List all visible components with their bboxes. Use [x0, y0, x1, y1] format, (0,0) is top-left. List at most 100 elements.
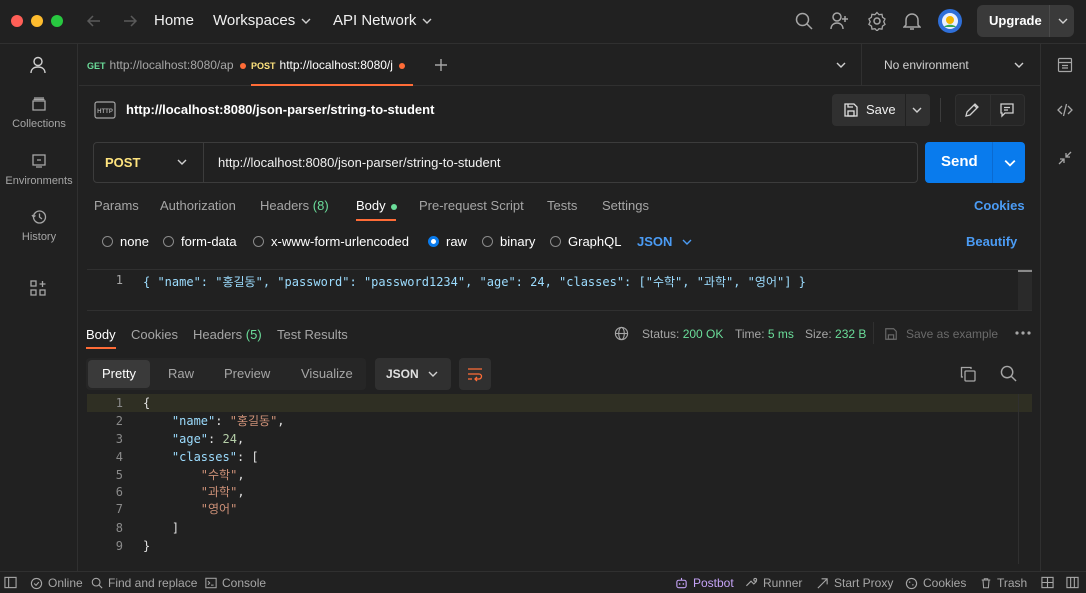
help-icon[interactable] — [1066, 576, 1084, 589]
method-selector[interactable]: POST — [94, 143, 204, 182]
tab-pre-request-script[interactable]: Pre-request Script — [419, 198, 524, 213]
postbot-button[interactable]: Postbot — [675, 576, 734, 590]
body-format-dropdown[interactable]: JSON — [637, 234, 692, 249]
json-string: "영어" — [200, 502, 238, 516]
runner-button[interactable]: Runner — [745, 576, 802, 590]
search-icon[interactable] — [795, 12, 813, 30]
sidebar-item-environments[interactable]: Environments — [0, 153, 78, 187]
save-as-example-button[interactable]: Save as example — [884, 327, 998, 341]
method-label: POST — [105, 155, 141, 170]
beautify-link[interactable]: Beautify — [966, 234, 1017, 249]
code-text: ] — [143, 519, 179, 537]
radio-raw[interactable]: raw — [428, 234, 467, 249]
settings-gear-icon[interactable] — [867, 11, 887, 31]
avatar[interactable] — [938, 9, 962, 33]
editor-scrollbar[interactable] — [1018, 270, 1032, 310]
request-body-text[interactable]: { "name": "홍길동", "password": "password12… — [143, 273, 806, 290]
sidebar-item-history[interactable]: History — [0, 209, 78, 243]
apps-grid-icon[interactable] — [30, 280, 46, 296]
tab-params[interactable]: Params — [94, 198, 139, 213]
notifications-bell-icon[interactable] — [903, 11, 921, 31]
sidebar-item-collections[interactable]: Collections — [0, 96, 78, 130]
new-tab-plus-icon[interactable] — [434, 58, 448, 72]
home-link[interactable]: Home — [154, 0, 194, 42]
view-pretty[interactable]: Pretty — [88, 360, 150, 388]
tab-settings[interactable]: Settings — [602, 198, 649, 213]
request-tab-post-active[interactable]: POST http://localhost:8080/j — [251, 44, 411, 86]
response-tab-cookies[interactable]: Cookies — [131, 327, 178, 342]
environment-quick-look-icon[interactable] — [1057, 57, 1073, 73]
console-button[interactable]: Console — [205, 576, 266, 590]
radio-graphql[interactable]: GraphQL — [550, 234, 621, 249]
response-tab-headers[interactable]: Headers (5) — [193, 327, 262, 342]
radio-binary[interactable]: binary — [482, 234, 535, 249]
edit-pencil-icon[interactable] — [964, 102, 980, 118]
response-size[interactable]: Size: 232 B — [805, 327, 866, 341]
response-format-dropdown[interactable]: JSON — [375, 358, 451, 390]
tab-body[interactable]: Body — [356, 198, 397, 213]
view-visualize[interactable]: Visualize — [301, 360, 353, 388]
radio-label: GraphQL — [568, 234, 622, 249]
forward-arrow-icon[interactable] — [122, 13, 138, 29]
maximize-window-button[interactable] — [51, 15, 63, 27]
back-arrow-icon[interactable] — [86, 13, 102, 29]
start-proxy-button[interactable]: Start Proxy — [816, 576, 893, 590]
editor-scrollbar[interactable] — [1018, 394, 1019, 564]
upgrade-button[interactable]: Upgrade — [977, 5, 1074, 37]
globe-icon[interactable] — [614, 326, 629, 341]
scrollbar-thumb[interactable] — [1018, 270, 1032, 272]
response-tab-test-results[interactable]: Test Results — [277, 327, 348, 342]
tab-headers[interactable]: Headers (8) — [260, 198, 329, 213]
online-status[interactable]: Online — [30, 576, 83, 590]
copy-icon[interactable] — [960, 366, 976, 382]
close-window-button[interactable] — [11, 15, 23, 27]
tab-tests[interactable]: Tests — [547, 198, 577, 213]
chevron-down-icon[interactable] — [912, 105, 922, 115]
radio-form-data[interactable]: form-data — [163, 234, 237, 249]
save-button[interactable]: Save — [832, 94, 904, 126]
json-string: "과학" — [200, 485, 238, 499]
response-time[interactable]: Time: 5 ms — [735, 327, 794, 341]
response-status[interactable]: Status: 200 OK — [642, 327, 723, 341]
tab-authorization[interactable]: Authorization — [160, 198, 236, 213]
json-string: "수학" — [200, 468, 238, 482]
environment-selector[interactable]: No environment — [876, 44, 1026, 86]
cookies-label: Cookies — [923, 576, 967, 590]
radio-label: raw — [446, 234, 467, 249]
cookies-link[interactable]: Cookies — [974, 198, 1025, 213]
json-string: "홍길동" — [229, 414, 278, 428]
tabs-overflow-chevron-icon[interactable] — [836, 60, 846, 70]
active-tab-indicator — [356, 219, 396, 221]
request-body-editor[interactable]: 1 { "name": "홍길동", "password": "password… — [87, 269, 1032, 311]
request-tab-get[interactable]: GET http://localhost:8080/ap — [87, 44, 246, 86]
response-tab-body[interactable]: Body — [86, 327, 116, 342]
api-network-menu[interactable]: API Network — [333, 0, 432, 42]
left-sidebar: Collections Environments History — [0, 44, 78, 571]
more-options-icon[interactable] — [1015, 331, 1031, 335]
toggle-sidebar-icon[interactable] — [4, 576, 22, 589]
send-button[interactable]: Send — [941, 153, 978, 170]
user-icon[interactable] — [29, 56, 47, 74]
wrap-lines-button[interactable] — [459, 358, 491, 390]
view-preview[interactable]: Preview — [224, 360, 270, 388]
cookies-button[interactable]: Cookies — [905, 576, 966, 590]
invite-user-icon[interactable] — [830, 12, 849, 30]
code-snippet-icon[interactable] — [1057, 103, 1073, 117]
workspaces-menu[interactable]: Workspaces — [213, 0, 311, 42]
find-and-replace-button[interactable]: Find and replace — [91, 576, 197, 590]
chevron-down-icon[interactable] — [1058, 16, 1068, 26]
two-pane-view-icon[interactable] — [1041, 576, 1059, 589]
minimize-window-button[interactable] — [31, 15, 43, 27]
trash-button[interactable]: Trash — [980, 576, 1027, 590]
url-input[interactable]: http://localhost:8080/json-parser/string… — [218, 155, 501, 170]
collapse-arrows-icon[interactable] — [1058, 151, 1072, 165]
radio-none[interactable]: none — [102, 234, 149, 249]
chevron-down-icon[interactable] — [1004, 157, 1016, 169]
view-raw[interactable]: Raw — [168, 360, 194, 388]
divider — [905, 94, 906, 126]
radio-x-www-form-urlencoded[interactable]: x-www-form-urlencoded — [253, 234, 409, 249]
postbot-icon — [676, 577, 687, 588]
request-title[interactable]: http://localhost:8080/json-parser/string… — [126, 102, 434, 117]
comment-icon[interactable] — [999, 102, 1015, 118]
search-icon[interactable] — [1000, 365, 1017, 382]
